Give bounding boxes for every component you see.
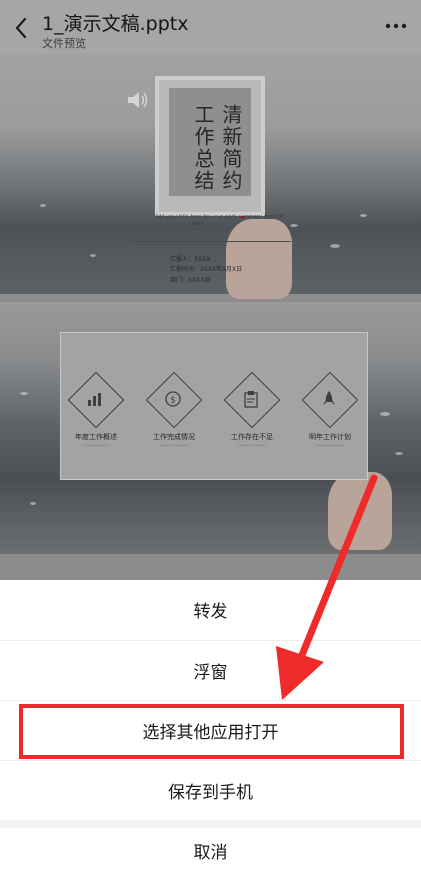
contents-item-2-badge: $ [145, 371, 203, 429]
top-bar: 1_演示文稿.pptx 文件预览 [0, 0, 421, 54]
hand-image [226, 219, 292, 299]
date-line: 汇报时间：20XX年X月X日 [170, 266, 243, 273]
divider-line [133, 241, 291, 242]
more-button[interactable] [383, 16, 409, 36]
chart-icon [88, 393, 101, 406]
forward-option[interactable]: 转发 [0, 580, 421, 639]
file-title: 1_演示文稿.pptx [42, 13, 189, 35]
file-preview[interactable]: 清新简约工作总结 Add your title here for your wo… [0, 54, 421, 580]
sea-sparkle [90, 254, 96, 257]
contents-item-3-caption: •••••••••••••••• [237, 443, 267, 447]
sea-sparkle [20, 392, 28, 395]
contents-item-1-caption: •••••••••••••••• [81, 443, 111, 447]
sea-sparkle [380, 412, 390, 416]
slide-tagline: Add your title here for your work summar… [155, 214, 284, 220]
slide-1: 清新简约工作总结 Add your title here for your wo… [0, 54, 421, 299]
contents-card: 年度工作概述 •••••••••••••••• $ 工作完成情况 •••••••… [60, 332, 368, 480]
contents-item-4-badge [301, 371, 359, 429]
contents-item-3-badge [223, 371, 281, 429]
highlight-box [19, 704, 404, 759]
slide-2: 年度工作概述 •••••••••••••••• $ 工作完成情况 •••••••… [0, 302, 421, 554]
contents-item-2-caption: •••••••••••••••• [159, 443, 189, 447]
sea-sparkle [360, 214, 367, 217]
contents-item-4-caption: •••••••••••••••• [315, 443, 345, 447]
speaker-icon [128, 92, 148, 108]
presenter-line: 汇报人：XXXX [170, 256, 211, 263]
money-icon: $ [165, 391, 181, 407]
rocket-icon [323, 391, 335, 405]
sea-sparkle [40, 204, 46, 207]
cancel-button[interactable]: 取消 [0, 828, 421, 872]
back-button[interactable] [10, 14, 32, 42]
contents-item-2-label: 工作完成情况 [153, 433, 195, 441]
hand-image [328, 472, 392, 550]
sea-sparkle [30, 502, 36, 505]
sea-sparkle [395, 452, 403, 455]
chevron-left-icon [15, 17, 27, 39]
clipboard-icon [244, 391, 258, 408]
sheet-separator [0, 820, 421, 828]
file-subtitle: 文件预览 [42, 37, 86, 50]
slide-title-panel: 清新简约工作总结 [169, 88, 251, 196]
contents-item-3-label: 工作存在不足 [231, 433, 273, 441]
save-to-phone-option[interactable]: 保存到手机 [0, 761, 421, 820]
floating-window-option[interactable]: 浮窗 [0, 641, 421, 700]
contents-item-4-label: 明年工作计划 [309, 433, 351, 441]
contents-item-1-badge [67, 371, 125, 429]
svg-text:$: $ [170, 396, 176, 406]
slide-title: 清新简约工作总结 [191, 104, 243, 192]
contents-item-1-label: 年度工作概述 [75, 433, 117, 441]
sea-sparkle [290, 224, 298, 227]
slide-tagline: slide [192, 221, 204, 227]
department-line: 部门：XXXX部 [170, 277, 211, 284]
slide-title-card: 清新简约工作总结 [155, 76, 265, 216]
sea-sparkle [330, 244, 340, 248]
more-icon [385, 23, 407, 29]
